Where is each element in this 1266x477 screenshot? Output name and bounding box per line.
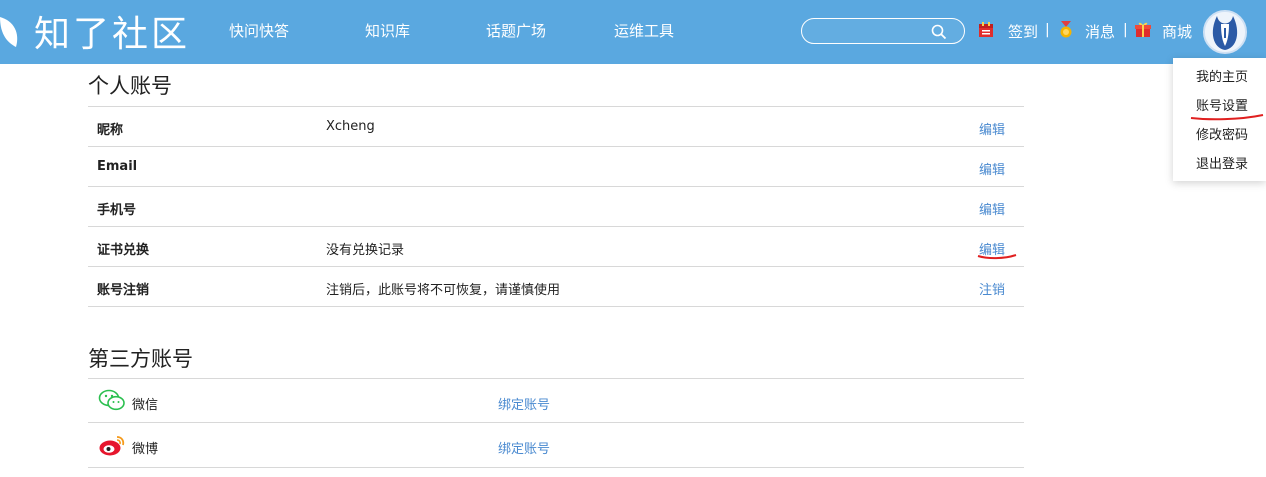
account-row-phone: 手机号 编辑 bbox=[88, 186, 1024, 226]
third-party-row-wechat: 微信 绑定账号 bbox=[88, 378, 1024, 422]
logo-text: 知了社区 bbox=[34, 14, 191, 55]
gift-mall-icon bbox=[1135, 22, 1151, 37]
bind-weibo-link[interactable]: 绑定账号 bbox=[498, 438, 550, 457]
menu-item-change-password[interactable]: 修改密码 bbox=[1196, 124, 1248, 143]
signin-link[interactable]: 签到 bbox=[1008, 21, 1038, 42]
red-underline-annotation bbox=[1190, 114, 1264, 121]
edit-phone-link[interactable]: 编辑 bbox=[979, 199, 1005, 218]
header-separator: | bbox=[1045, 22, 1050, 38]
mall-link[interactable]: 商城 bbox=[1162, 21, 1192, 42]
row-label: 手机号 bbox=[97, 203, 137, 218]
search-icon[interactable] bbox=[931, 24, 947, 40]
messages-link[interactable]: 消息 bbox=[1085, 21, 1115, 42]
avatar-figure-icon bbox=[1205, 12, 1245, 52]
search-input[interactable] bbox=[812, 22, 930, 40]
row-label: 证书兑换 bbox=[97, 243, 150, 258]
third-party-row-weibo: 微博 绑定账号 bbox=[88, 422, 1024, 468]
row-value: 没有兑换记录 bbox=[326, 243, 405, 258]
third-party-name: 微博 bbox=[132, 442, 159, 457]
nav-quick-qa[interactable]: 快问快答 bbox=[229, 20, 289, 41]
third-party-name: 微信 bbox=[132, 398, 159, 413]
row-value: Xcheng bbox=[326, 119, 375, 134]
row-label: 账号注销 bbox=[97, 283, 150, 298]
menu-item-my-home[interactable]: 我的主页 bbox=[1196, 66, 1248, 85]
logo-leaf-icon bbox=[0, 17, 18, 47]
user-avatar[interactable] bbox=[1203, 10, 1247, 54]
weibo-icon bbox=[99, 436, 125, 456]
wechat-icon bbox=[98, 389, 125, 411]
calendar-signin-icon bbox=[979, 22, 993, 37]
nav-ops-tools[interactable]: 运维工具 bbox=[614, 20, 674, 41]
account-row-email: Email 编辑 bbox=[88, 146, 1024, 186]
menu-item-logout[interactable]: 退出登录 bbox=[1196, 153, 1248, 172]
nav-knowledge-base[interactable]: 知识库 bbox=[365, 20, 410, 41]
site-logo[interactable]: 知了社区 bbox=[0, 8, 191, 55]
nav-topic-square[interactable]: 话题广场 bbox=[486, 20, 546, 41]
row-label: Email bbox=[97, 159, 138, 174]
menu-item-account-settings[interactable]: 账号设置 bbox=[1196, 95, 1248, 114]
red-underline-annotation bbox=[977, 254, 1017, 260]
bind-wechat-link[interactable]: 绑定账号 bbox=[498, 394, 550, 413]
row-label: 昵称 bbox=[97, 123, 124, 138]
user-dropdown-menu: 我的主页 账号设置 修改密码 退出登录 bbox=[1173, 58, 1266, 181]
edit-nickname-link[interactable]: 编辑 bbox=[979, 119, 1005, 138]
account-row-nickname: 昵称 Xcheng 编辑 bbox=[88, 106, 1024, 146]
row-value: 注销后，此账号将不可恢复，请谨慎使用 bbox=[326, 283, 561, 298]
medal-message-icon bbox=[1060, 21, 1072, 38]
header-separator: | bbox=[1123, 22, 1128, 38]
account-row-certificate: 证书兑换 没有兑换记录 编辑 bbox=[88, 226, 1024, 266]
account-row-deactivate: 账号注销 注销后，此账号将不可恢复，请谨慎使用 注销 bbox=[88, 266, 1024, 307]
third-party-title: 第三方账号 bbox=[88, 347, 193, 371]
deactivate-account-link[interactable]: 注销 bbox=[979, 279, 1005, 298]
personal-account-title: 个人账号 bbox=[88, 74, 172, 98]
search-box bbox=[801, 18, 965, 44]
top-header: 知了社区 快问快答 知识库 话题广场 运维工具 签到 | 消息 | 商城 bbox=[0, 0, 1266, 64]
edit-email-link[interactable]: 编辑 bbox=[979, 159, 1005, 178]
